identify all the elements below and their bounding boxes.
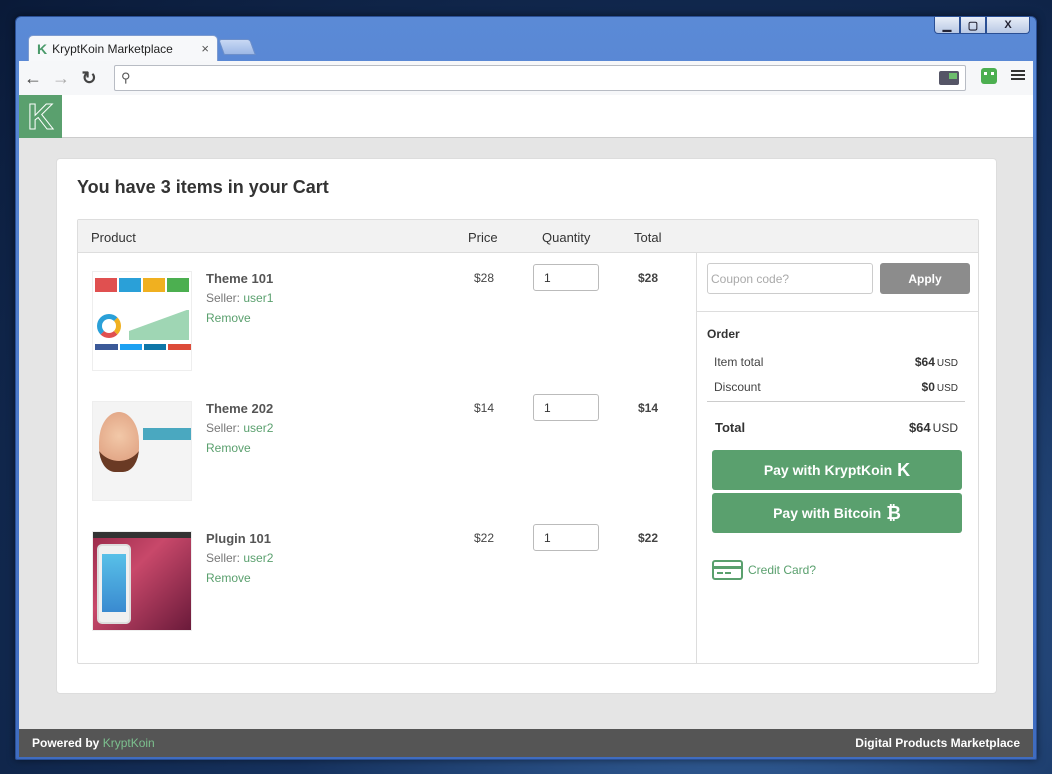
remove-link[interactable]: Remove (206, 571, 251, 585)
credit-card-link[interactable]: Credit Card? (712, 560, 816, 580)
seller-label: Seller: (206, 421, 244, 435)
remove-link[interactable]: Remove (206, 441, 251, 455)
footer-tagline: Digital Products Marketplace (855, 736, 1020, 750)
browser-window: ▁ ▢ X K KryptKoin Marketplace × ← → ↻ ⚲ … (15, 16, 1037, 760)
bitcoin-icon: ₿ (886, 502, 901, 523)
footer-brand-link[interactable]: KryptKoin (103, 736, 155, 750)
coupon-input[interactable] (707, 263, 873, 294)
product-name[interactable]: Plugin 101 (206, 531, 271, 546)
item-total: $22 (637, 531, 659, 545)
item-total: $14 (637, 401, 659, 415)
item-total-value: $64 (914, 355, 935, 369)
browser-tab[interactable]: K KryptKoin Marketplace × (28, 35, 218, 61)
item-total-label: Item total (714, 355, 764, 369)
item-price: $14 (473, 401, 495, 415)
column-product: Product (91, 230, 136, 245)
column-total: Total (634, 230, 662, 245)
tab-title: KryptKoin Marketplace (52, 41, 173, 56)
divider (707, 401, 965, 402)
minimize-button[interactable]: ▁ (934, 17, 960, 34)
window-controls: ▁ ▢ X (934, 17, 1030, 34)
search-icon: ⚲ (121, 70, 131, 85)
order-summary: Apply Order Item total $64USD Discount $… (696, 253, 978, 663)
credit-card-label: Credit Card? (748, 563, 817, 577)
kryptkoin-logo-icon: K (37, 40, 48, 57)
item-price: $28 (473, 271, 495, 285)
pay-bitcoin-label: Pay with Bitcoin (773, 505, 882, 521)
seller-info: Seller: user2 (206, 551, 273, 565)
kryptkoin-logo-icon[interactable]: K (19, 95, 62, 138)
total-value: $64 (908, 420, 931, 435)
column-quantity: Quantity (542, 230, 591, 245)
seller-label: Seller: (206, 551, 244, 565)
back-icon[interactable]: ← (19, 68, 47, 89)
pay-kryptkoin-button[interactable]: Pay with KryptKoin K (712, 450, 962, 490)
tab-close-icon[interactable]: × (201, 41, 209, 56)
credit-card-icon (712, 560, 743, 580)
cart-table: Product Price Quantity Total Theme 101 S… (77, 219, 979, 664)
menu-icon[interactable] (1011, 68, 1025, 82)
address-bar[interactable]: ⚲ (114, 65, 966, 91)
currency-label: USD (932, 421, 958, 435)
forward-icon[interactable]: → (47, 68, 75, 89)
currency-label: USD (936, 383, 958, 394)
page-title: You have 3 items in your Cart (77, 177, 329, 197)
seller-link[interactable]: user2 (243, 551, 273, 565)
page-viewport: K You have 3 items in your Cart Product … (19, 95, 1033, 757)
divider (697, 311, 978, 312)
site-footer: Powered by KryptKoin Digital Products Ma… (19, 729, 1033, 757)
seller-info: Seller: user1 (206, 291, 273, 305)
column-price: Price (468, 230, 498, 245)
seller-link[interactable]: user1 (243, 291, 273, 305)
robot-icon[interactable] (981, 68, 997, 84)
quantity-input[interactable] (533, 524, 599, 551)
apply-button[interactable]: Apply (880, 263, 970, 294)
kryptkoin-logo-icon: K (897, 459, 911, 480)
remove-link[interactable]: Remove (206, 311, 251, 325)
seller-link[interactable]: user2 (243, 421, 273, 435)
extension-icon[interactable] (939, 71, 959, 85)
product-name[interactable]: Theme 202 (206, 401, 273, 416)
product-thumbnail[interactable] (92, 401, 192, 501)
browser-toolbar: ← → ↻ ⚲ (19, 61, 1033, 95)
item-total: $28 (637, 271, 659, 285)
table-header: Product Price Quantity Total (78, 220, 978, 253)
total-row: Total $64 USD (715, 420, 958, 435)
currency-label: USD (936, 358, 958, 369)
cart-items: Theme 101 Seller: user1 Remove $28 $28 T… (78, 253, 696, 663)
pay-bitcoin-button[interactable]: Pay with Bitcoin ₿ (712, 493, 962, 533)
product-thumbnail[interactable] (92, 271, 192, 371)
site-header: K (19, 95, 1033, 138)
product-thumbnail[interactable] (92, 531, 192, 631)
product-name[interactable]: Theme 101 (206, 271, 273, 286)
table-row: Theme 101 Seller: user1 Remove $28 $28 (78, 253, 696, 383)
table-row: Plugin 101 Seller: user2 Remove $22 $22 (78, 513, 696, 643)
powered-by-label: Powered by (32, 736, 103, 750)
pay-kryptkoin-label: Pay with KryptKoin (763, 462, 893, 478)
maximize-button[interactable]: ▢ (960, 17, 986, 34)
quantity-input[interactable] (533, 394, 599, 421)
discount-row: Discount $0 USD (714, 380, 958, 394)
item-total-row: Item total $64 USD (714, 355, 958, 369)
discount-label: Discount (714, 380, 761, 394)
discount-value: $0 (921, 380, 935, 394)
item-price: $22 (473, 531, 495, 545)
reload-icon[interactable]: ↻ (75, 68, 103, 89)
close-window-button[interactable]: X (986, 17, 1030, 34)
table-row: Theme 202 Seller: user2 Remove $14 $14 (78, 383, 696, 513)
cart-card: You have 3 items in your Cart Product Pr… (56, 158, 997, 694)
total-label: Total (715, 420, 746, 435)
new-tab-button[interactable] (218, 39, 256, 55)
seller-label: Seller: (206, 291, 244, 305)
order-heading: Order (707, 327, 740, 341)
quantity-input[interactable] (533, 264, 599, 291)
seller-info: Seller: user2 (206, 421, 273, 435)
